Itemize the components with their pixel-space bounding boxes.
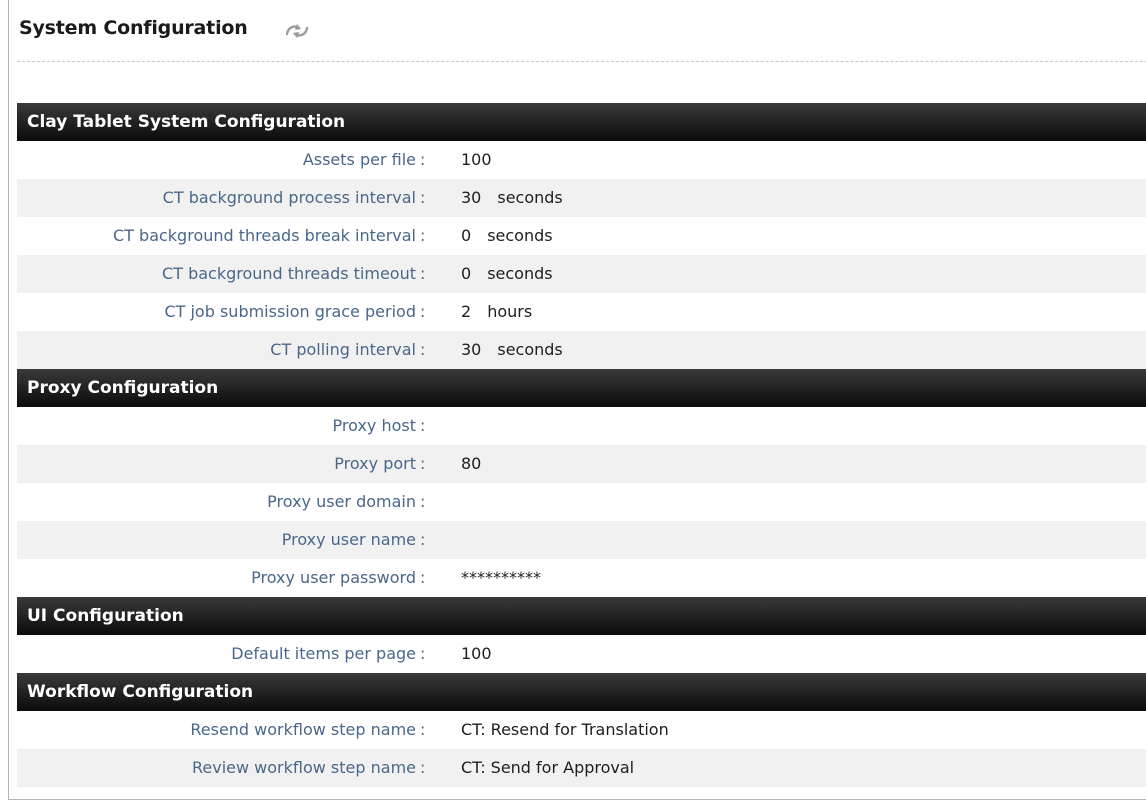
config-label: Assets per file [302,150,416,169]
config-value-text: 100 [461,150,492,169]
config-row: Resend workflow step name: CT: Resend for… [17,711,1146,749]
config-value: 100 [461,141,492,179]
config-label: CT background threads timeout [162,264,416,283]
label-separator: : [420,302,426,321]
header-divider [17,61,1146,62]
config-row: Proxy user password: ********** [17,559,1146,597]
config-label: Proxy user domain [267,492,416,511]
config-unit: seconds [497,340,563,359]
page-header: System Configuration [9,0,1146,62]
config-label: CT background process interval [162,188,416,207]
config-label: Proxy host [332,416,416,435]
label-separator: : [420,188,426,207]
label-separator: : [420,226,426,245]
label-separator: : [420,530,426,549]
config-row: Assets per file: 100 [17,141,1146,179]
system-configuration-panel: System Configuration Clay Tablet System … [8,0,1146,800]
config-value-text: CT: Send for Approval [461,758,635,777]
config-label: Proxy user password [251,568,416,587]
config-value: 100 [461,635,492,673]
label-separator: : [420,758,426,777]
label-separator: : [420,264,426,283]
config-value-text: 30 [461,188,482,207]
config-value-text: 100 [461,644,492,663]
config-value-text: ********** [461,568,541,587]
config-label: CT job submission grace period [164,302,416,321]
config-value: CT: Send for Approval [461,749,634,787]
config-unit: seconds [497,188,563,207]
config-row: CT background threads break interval: 0 se… [17,217,1146,255]
config-label: Default items per page [231,644,416,663]
config-value: 0 seconds [461,217,553,255]
config-value: CT: Resend for Translation [461,711,669,749]
config-value-text: 2 [461,302,472,321]
config-unit: hours [487,302,533,321]
section-header: UI Configuration [17,597,1146,635]
config-row: Proxy host: [17,407,1146,445]
config-value-text: 0 [461,226,472,245]
label-separator: : [420,150,426,169]
config-value: 30 seconds [461,331,563,369]
config-row: Proxy port: 80 [17,445,1146,483]
label-separator: : [420,416,426,435]
config-row: Proxy user domain: [17,483,1146,521]
config-label: Proxy user name [281,530,416,549]
config-row: CT background process interval: 30 seconds [17,179,1146,217]
label-separator: : [420,644,426,663]
config-value: 0 seconds [461,255,553,293]
config-value: 2 hours [461,293,532,331]
config-row: Default items per page: 100 [17,635,1146,673]
config-unit: seconds [487,264,553,283]
label-separator: : [420,454,426,473]
label-separator: : [420,492,426,511]
config-value: ********** [461,559,541,597]
config-row: Proxy user name: [17,521,1146,559]
config-value: 80 [461,445,481,483]
config-label: Review workflow step name [192,758,416,777]
label-separator: : [420,720,426,739]
config-row: Review workflow step name: CT: Send for A… [17,749,1146,787]
config-label: CT background threads break interval [113,226,416,245]
configuration-table: Clay Tablet System Configuration Assets p… [17,103,1146,787]
config-label: Proxy port [334,454,416,473]
section-header: Proxy Configuration [17,369,1146,407]
config-label: Resend workflow step name [190,720,416,739]
label-separator: : [420,340,426,359]
config-unit: seconds [487,226,553,245]
config-row: CT polling interval: 30 seconds [17,331,1146,369]
config-value-text: 80 [461,454,482,473]
config-row: CT job submission grace period: 2 hours [17,293,1146,331]
config-value-text: 0 [461,264,472,283]
refresh-icon[interactable] [284,20,310,42]
config-value-text: 30 [461,340,482,359]
config-value: 30 seconds [461,179,563,217]
config-label: CT polling interval [270,340,416,359]
page-title: System Configuration [19,17,248,39]
section-header: Workflow Configuration [17,673,1146,711]
section-header: Clay Tablet System Configuration [17,103,1146,141]
config-value-text: CT: Resend for Translation [461,720,669,739]
config-row: CT background threads timeout: 0 seconds [17,255,1146,293]
label-separator: : [420,568,426,587]
